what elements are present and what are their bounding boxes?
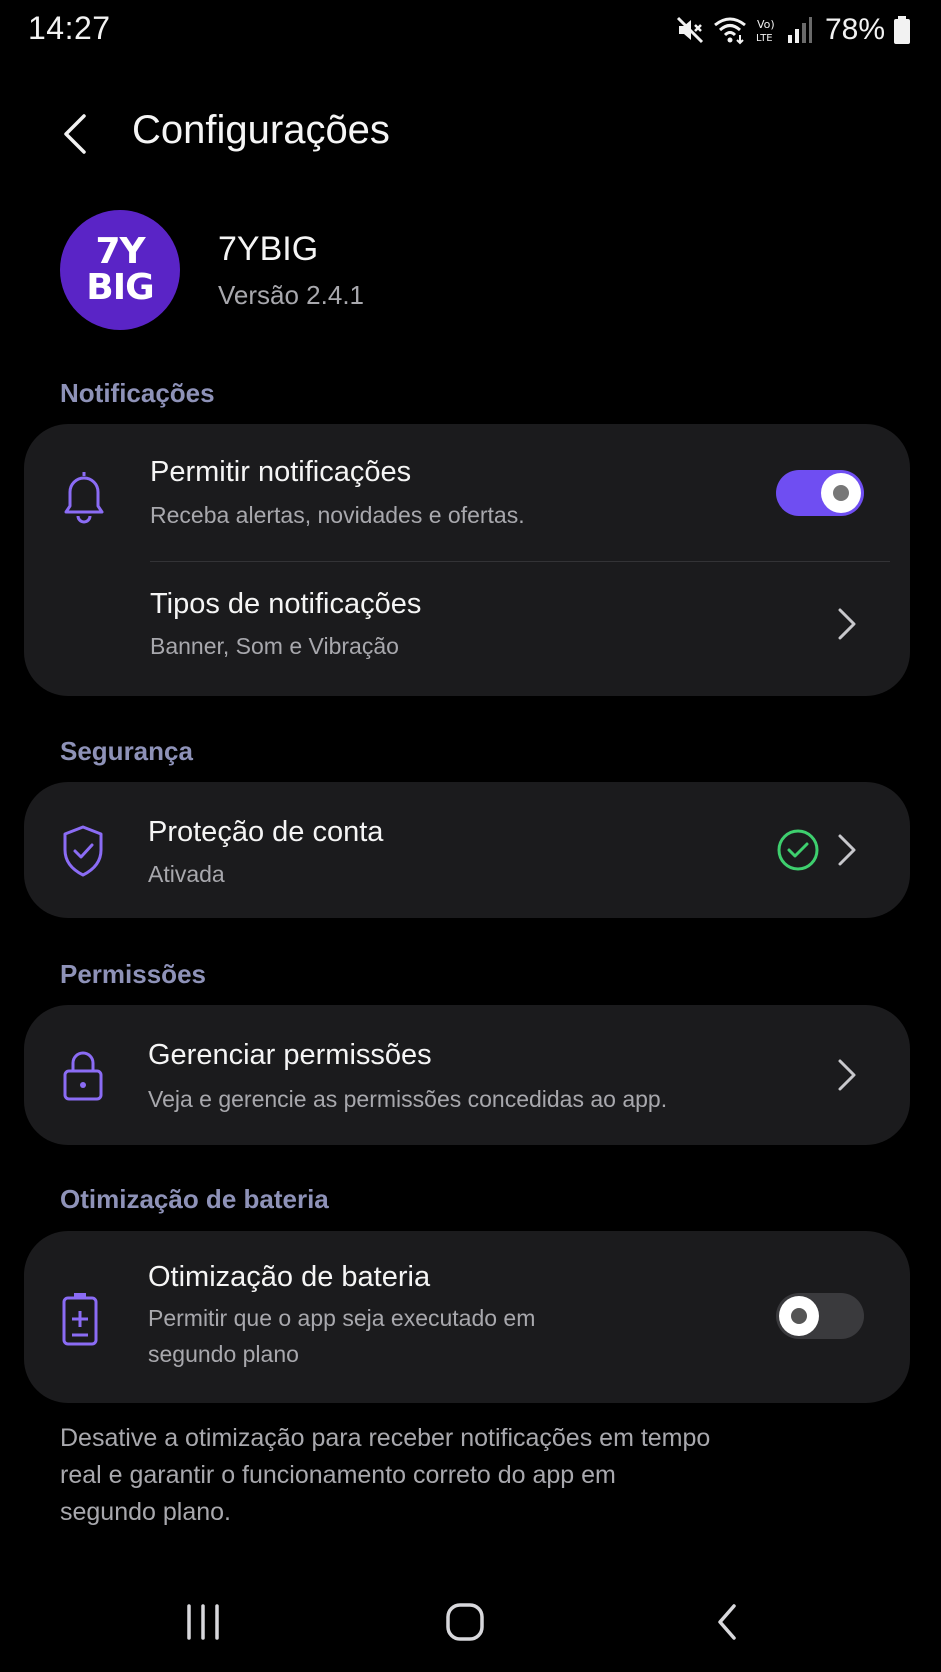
app-version: Versão 2.4.1 (218, 280, 364, 310)
page-title: Configurações (132, 108, 390, 152)
allow-notifications-row[interactable]: Permitir notificações Receba alertas, no… (150, 456, 750, 546)
home-button[interactable] (420, 1582, 510, 1662)
battery-icon (894, 16, 910, 44)
battery-note-line1: Desative a otimização para receber notif… (60, 1424, 711, 1452)
wifi-icon (714, 17, 746, 45)
chevron-right-icon (832, 604, 862, 644)
app-name: 7YBIG (218, 230, 319, 268)
volte-icon: Vo) LTE (756, 18, 775, 44)
section-title-notifications: Notificações (60, 378, 215, 408)
section-title-permissions: Permissões (60, 959, 206, 989)
section-title-security: Segurança (60, 736, 193, 766)
battery-note-line3: segundo plano. (60, 1498, 231, 1526)
battery-optimization-row[interactable]: Otimização de bateria Permitir que o app… (148, 1261, 748, 1381)
battery-card: Otimização de bateria Permitir que o app… (24, 1231, 910, 1403)
svg-text:LTE: LTE (756, 33, 773, 44)
home-icon (446, 1603, 484, 1641)
allow-notifications-title: Permitir notificações (150, 456, 412, 488)
chevron-right-icon (832, 830, 862, 870)
lock-icon (60, 1047, 106, 1108)
notification-types-subtitle: Banner, Som e Vibração (150, 633, 399, 659)
notification-types-row[interactable]: Tipos de notificações Banner, Som e Vibr… (24, 562, 910, 696)
chevron-right-icon (832, 1055, 862, 1095)
recents-button[interactable] (158, 1582, 248, 1662)
battery-note-line2: real e garantir o funcionamento correto … (60, 1461, 616, 1489)
battery-optimization-subtitle-line1: Permitir que o app seja executado em (148, 1305, 536, 1331)
bell-icon (60, 468, 108, 529)
back-icon (718, 1604, 736, 1640)
mute-icon (676, 16, 704, 44)
signal-icon (787, 17, 812, 43)
account-protection-status: Ativada (148, 861, 225, 887)
toggle-knob (821, 473, 861, 513)
app-logo-line2: BIG (86, 267, 154, 308)
notifications-card: Permitir notificações Receba alertas, no… (24, 424, 910, 696)
manage-permissions-subtitle: Veja e gerencie as permissões concedidas… (148, 1086, 668, 1112)
nav-back-button[interactable] (682, 1582, 772, 1662)
shield-check-icon (60, 824, 106, 883)
svg-text:Vo): Vo) (757, 18, 775, 31)
notification-types-title: Tipos de notificações (150, 588, 422, 620)
section-title-battery: Otimização de bateria (60, 1184, 329, 1214)
battery-optimization-subtitle-line2: segundo plano (148, 1341, 299, 1367)
battery-note: Desative a otimização para receber notif… (60, 1420, 880, 1531)
chevron-left-icon (64, 114, 86, 154)
app-logo-line1: 7Y (95, 231, 145, 272)
back-button[interactable] (52, 106, 102, 162)
battery-optimization-title: Otimização de bateria (148, 1261, 431, 1293)
allow-notifications-toggle[interactable] (776, 470, 864, 516)
toggle-knob (779, 1296, 819, 1336)
battery-plus-icon (60, 1291, 100, 1352)
status-time: 14:27 (28, 10, 111, 46)
app-logo: 7Y BIG (60, 210, 180, 330)
account-protection-title: Proteção de conta (148, 816, 384, 848)
manage-permissions-title: Gerenciar permissões (148, 1039, 432, 1071)
recents-icon (187, 1604, 219, 1640)
battery-optimization-toggle[interactable] (776, 1293, 864, 1339)
manage-permissions-row[interactable]: Gerenciar permissões Veja e gerencie as … (24, 1005, 910, 1145)
allow-notifications-subtitle: Receba alertas, novidades e ofertas. (150, 502, 525, 528)
account-protection-row[interactable]: Proteção de conta Ativada (24, 782, 910, 918)
status-icons: Vo) LTE 78% (675, 12, 911, 48)
check-circle-icon (776, 828, 820, 877)
battery-percent: 78% (824, 13, 885, 46)
